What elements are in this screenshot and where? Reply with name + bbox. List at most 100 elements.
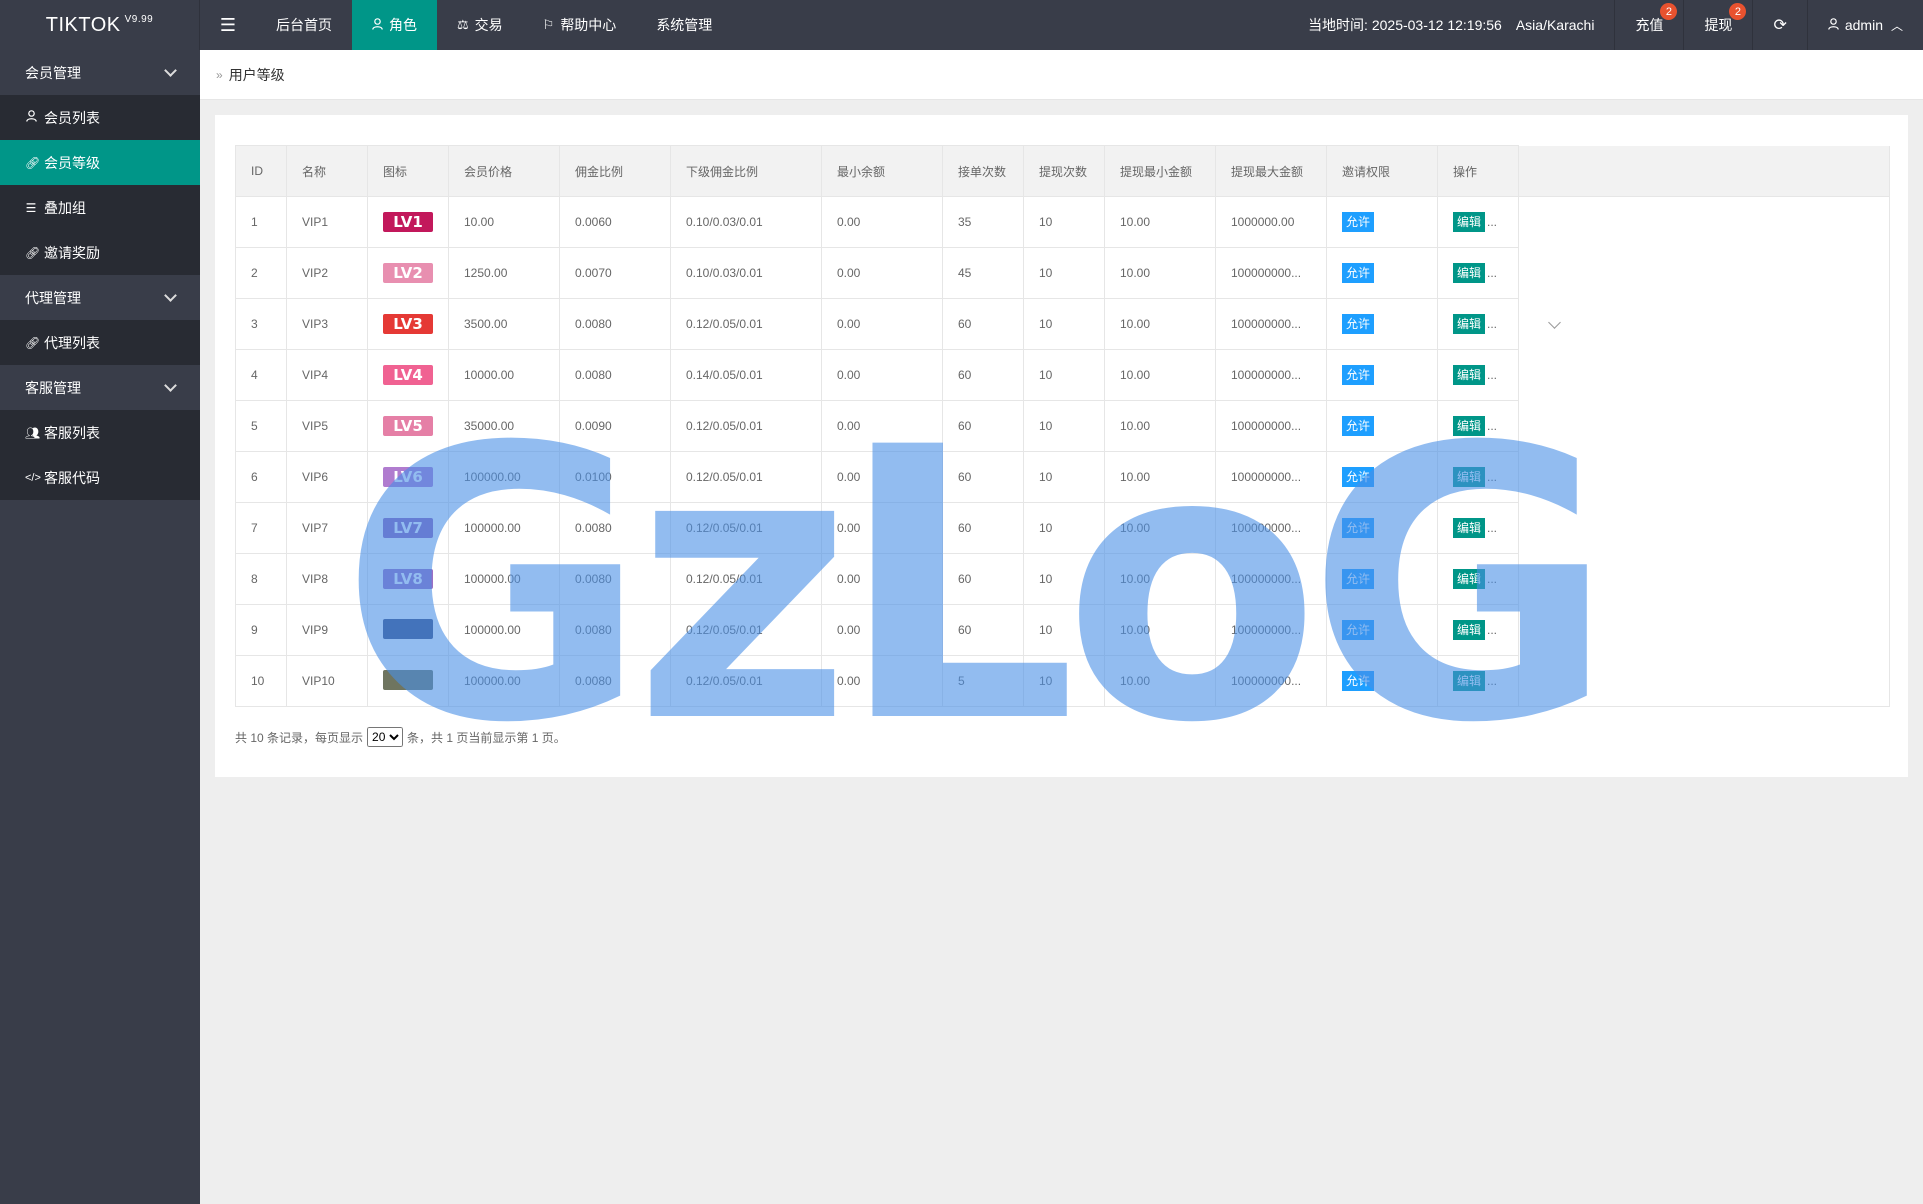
cell-commission: 0.0080 — [559, 349, 671, 401]
cell-name: VIP2 — [286, 247, 368, 299]
nav-role[interactable]: 角色 — [352, 0, 437, 50]
more-actions[interactable]: ... — [1487, 215, 1497, 229]
withdraw-button[interactable]: 提现 2 — [1683, 0, 1752, 50]
chevron-down-icon — [164, 378, 177, 392]
sidebar-group-agents[interactable]: 代理管理 — [0, 275, 200, 320]
edit-button[interactable]: 编辑 — [1453, 569, 1486, 589]
cell-sub-commission: 0.10/0.03/0.01 — [670, 247, 822, 299]
cell-filler — [1518, 196, 1890, 248]
withdraw-badge: 2 — [1729, 3, 1747, 20]
chevron-up-icon: ︿ — [1890, 18, 1903, 33]
sidebar-item-agent-list[interactable]: 🔗︎ 代理列表 — [0, 320, 200, 365]
edit-button[interactable]: 编辑 — [1453, 365, 1486, 385]
allow-button[interactable]: 允许 — [1342, 212, 1375, 232]
recharge-button[interactable]: 充值 2 — [1614, 0, 1683, 50]
more-actions[interactable]: ... — [1487, 623, 1497, 637]
cell-withdraw-min: 10.00 — [1104, 655, 1216, 707]
edit-button[interactable]: 编辑 — [1453, 263, 1486, 283]
cell-actions: 编辑... — [1437, 655, 1519, 707]
cell-sub-commission: 0.14/0.05/0.01 — [670, 349, 822, 401]
cell-filler — [1518, 400, 1890, 452]
chevron-down-icon[interactable] — [1548, 316, 1561, 330]
link-icon: 🔗︎ — [25, 245, 41, 260]
sidebar-item-member-level[interactable]: 🔗︎ 会员等级 — [0, 140, 200, 185]
edit-button[interactable]: 编辑 — [1453, 620, 1486, 640]
cell-sub-commission: 0.12/0.05/0.01 — [670, 400, 822, 452]
cell-icon — [367, 604, 449, 656]
page-size-select[interactable]: 20 — [367, 727, 404, 747]
allow-button[interactable]: 允许 — [1342, 263, 1375, 283]
table-row: 10 VIP10 100000.00 0.0080 0.12/0.05/0.01 0.00… — [235, 655, 1890, 707]
cell-actions: 编辑... — [1437, 298, 1519, 350]
cell-price: 100000.00 — [448, 655, 560, 707]
timezone-text: Asia/Karachi — [1515, 17, 1595, 33]
cell-withdraw-times: 10 — [1023, 553, 1105, 605]
allow-button[interactable]: 允许 — [1342, 467, 1375, 487]
sidebar-item-stack-group[interactable]: ☰ 叠加组 — [0, 185, 200, 230]
top-nav: ☰ 后台首页 角色 ⚖ 交易 ⚐ 帮助中心 系统管理 — [200, 0, 732, 50]
more-actions[interactable]: ... — [1487, 470, 1497, 484]
breadcrumb-current[interactable]: 用户等级 — [229, 65, 285, 85]
cell-id: 6 — [235, 451, 287, 503]
level-badge-icon: LV7 — [383, 518, 433, 538]
cell-withdraw-max: 100000000... — [1215, 604, 1327, 656]
more-actions[interactable]: ... — [1487, 317, 1497, 331]
brand-logo[interactable]: TIKTOK V9.99 — [0, 0, 200, 50]
allow-button[interactable]: 允许 — [1342, 569, 1375, 589]
nav-system[interactable]: 系统管理 — [636, 0, 732, 50]
menu-toggle-button[interactable]: ☰ — [200, 0, 256, 50]
cell-withdraw-times: 10 — [1023, 400, 1105, 452]
cell-min-balance: 0.00 — [821, 298, 943, 350]
refresh-button[interactable]: ⟳ — [1752, 0, 1806, 50]
sidebar-group-members[interactable]: 会员管理 — [0, 50, 200, 95]
edit-button[interactable]: 编辑 — [1453, 314, 1486, 334]
sidebar-item-support-code[interactable]: </> 客服代码 — [0, 455, 200, 500]
edit-button[interactable]: 编辑 — [1453, 518, 1486, 538]
allow-button[interactable]: 允许 — [1342, 671, 1375, 691]
allow-button[interactable]: 允许 — [1342, 416, 1375, 436]
allow-button[interactable]: 允许 — [1342, 365, 1375, 385]
cell-sub-commission: 0.12/0.05/0.01 — [670, 298, 822, 350]
more-actions[interactable]: ... — [1487, 368, 1497, 382]
cell-actions: 编辑... — [1437, 400, 1519, 452]
allow-button[interactable]: 允许 — [1342, 620, 1375, 640]
cell-price: 100000.00 — [448, 502, 560, 554]
level-badge-icon — [383, 618, 433, 639]
cell-min-balance: 0.00 — [821, 247, 943, 299]
more-actions[interactable]: ... — [1487, 266, 1497, 280]
nav-help-center[interactable]: ⚐ 帮助中心 — [523, 0, 637, 50]
edit-button[interactable]: 编辑 — [1453, 212, 1486, 232]
cell-withdraw-times: 10 — [1023, 502, 1105, 554]
allow-button[interactable]: 允许 — [1342, 518, 1375, 538]
more-actions[interactable]: ... — [1487, 521, 1497, 535]
cell-withdraw-times: 10 — [1023, 604, 1105, 656]
edit-button[interactable]: 编辑 — [1453, 416, 1486, 436]
nav-dashboard[interactable]: 后台首页 — [256, 0, 352, 50]
cell-name: VIP8 — [286, 553, 368, 605]
cell-id: 3 — [235, 298, 287, 350]
user-menu[interactable]: admin ︿ — [1806, 0, 1923, 50]
sidebar-item-label: 会员等级 — [44, 154, 100, 171]
column-header: 名称 — [286, 145, 368, 197]
cell-price: 3500.00 — [448, 298, 560, 350]
column-header: 接单次数 — [942, 145, 1024, 197]
allow-button[interactable]: 允许 — [1342, 314, 1375, 334]
cell-commission: 0.0090 — [559, 400, 671, 452]
more-actions[interactable]: ... — [1487, 674, 1497, 688]
sidebar-item-invite-reward[interactable]: 🔗︎ 邀请奖励 — [0, 230, 200, 275]
top-right-tools: 当地时间: 2025-03-12 12:19:56 Asia/Karachi 充… — [1288, 0, 1923, 50]
more-actions[interactable]: ... — [1487, 572, 1497, 586]
cell-min-balance: 0.00 — [821, 604, 943, 656]
edit-button[interactable]: 编辑 — [1453, 671, 1486, 691]
cell-withdraw-min: 10.00 — [1104, 247, 1216, 299]
nav-trade[interactable]: ⚖ 交易 — [437, 0, 523, 50]
edit-button[interactable]: 编辑 — [1453, 467, 1486, 487]
sidebar-item-support-list[interactable]: 👥︎ 客服列表 — [0, 410, 200, 455]
level-table: ID 名称 图标 会员价格 佣金比例 下级佣金比例 最小余额 接单次数 提现次数 提现最小金额 提现… — [235, 145, 1890, 707]
sidebar-group-support[interactable]: 客服管理 — [0, 365, 200, 410]
sidebar-item-member-list[interactable]: 会员列表 — [0, 95, 200, 140]
cell-price: 100000.00 — [448, 553, 560, 605]
flag-icon: ⚐ — [542, 17, 555, 32]
cell-sub-commission: 0.10/0.03/0.01 — [670, 196, 822, 248]
more-actions[interactable]: ... — [1487, 419, 1497, 433]
